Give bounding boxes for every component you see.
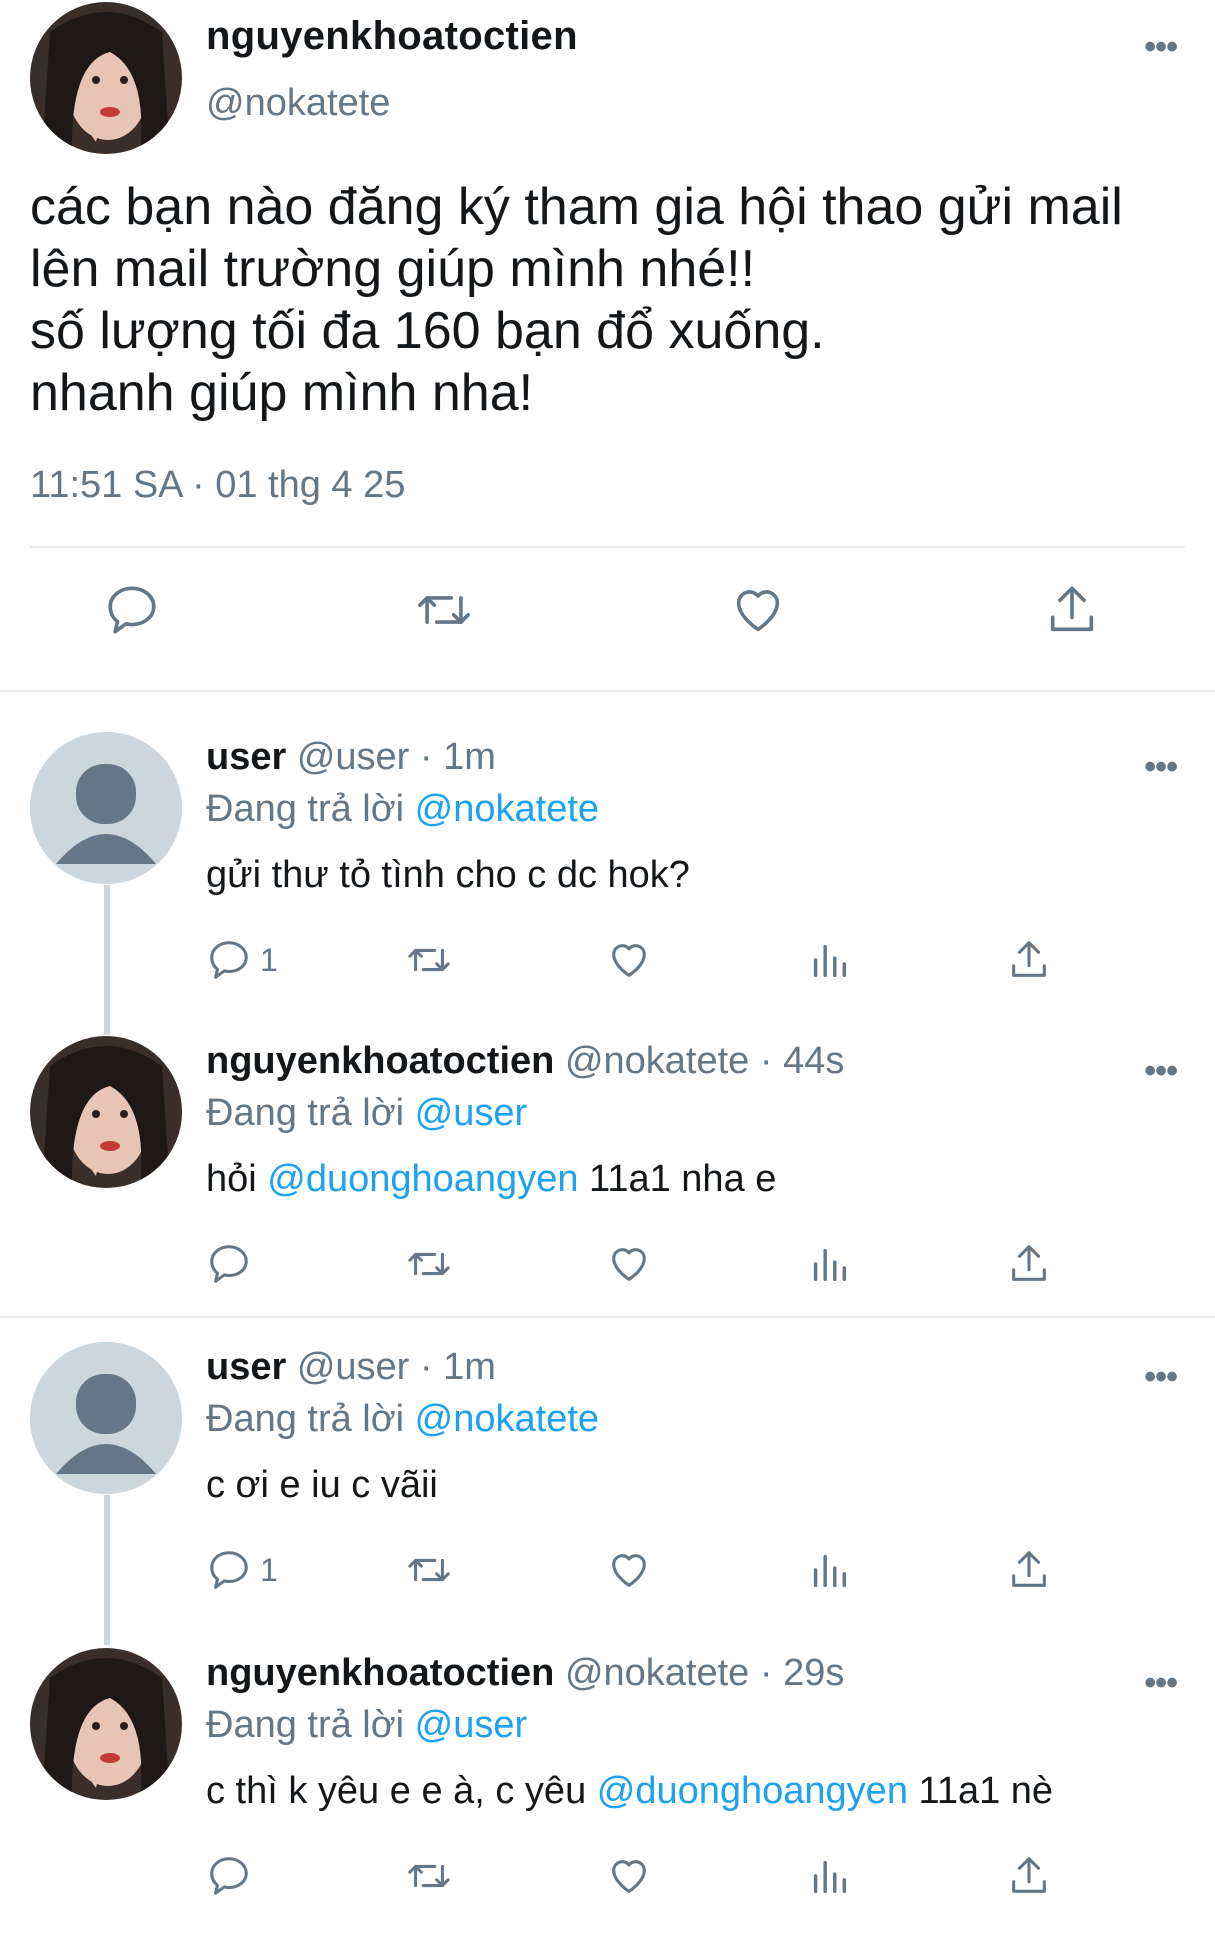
reply-header: user @user · 1m (206, 1346, 496, 1389)
tweet-thread-page: nguyenkhoatoctien @nokatete ••• các bạn … (0, 0, 1215, 1920)
replying-prefix: Đang trả lời (206, 1092, 415, 1134)
like-icon[interactable] (606, 1848, 652, 1904)
reply-icon[interactable]: 1 (206, 1542, 278, 1598)
reply-text: c thì k yêu e e à, c yêu @duonghoangyen … (206, 1770, 1053, 1813)
share-icon[interactable] (1006, 1236, 1052, 1292)
analytics-icon[interactable] (806, 1542, 852, 1598)
reply-text-part: 11a1 nè (907, 1770, 1054, 1812)
reply-author-name[interactable]: nguyenkhoatoctien (206, 1652, 554, 1694)
share-icon[interactable] (1042, 580, 1102, 640)
replying-to-line: Đang trả lời @nokatete (206, 788, 599, 831)
reply-time: · 1m (409, 1346, 496, 1388)
reply-author-name[interactable]: nguyenkhoatoctien (206, 1040, 554, 1082)
more-options-icon[interactable]: ••• (1144, 750, 1178, 784)
reply-time: · 1m (409, 736, 496, 778)
reply-author-handle[interactable]: @user (297, 1346, 410, 1388)
retweet-icon[interactable] (406, 1236, 452, 1292)
reply-icon[interactable] (102, 580, 162, 640)
main-tweet: nguyenkhoatoctien @nokatete ••• các bạn … (0, 0, 1215, 690)
reply-icon[interactable] (206, 1236, 252, 1292)
analytics-icon[interactable] (806, 1236, 852, 1292)
reply-icon[interactable]: 1 (206, 932, 278, 988)
reply-count: 1 (260, 941, 278, 978)
reply-text: hỏi @duonghoangyen 11a1 nha e (206, 1158, 776, 1201)
reply-text: gửi thư tỏ tình cho c dc hok? (206, 854, 690, 897)
retweet-icon[interactable] (406, 1542, 452, 1598)
reply-author-handle[interactable]: @nokatete (565, 1040, 749, 1082)
author-name[interactable]: nguyenkhoatoctien (206, 14, 578, 59)
reply-tweet: nguyenkhoatoctien @nokatete · 29s ••• Đa… (0, 1648, 1215, 1948)
mention-link[interactable]: @user (415, 1704, 528, 1746)
profile-avatar[interactable] (30, 1648, 182, 1800)
retweet-icon[interactable] (414, 580, 474, 640)
profile-avatar[interactable] (30, 1036, 182, 1188)
more-options-icon[interactable]: ••• (1144, 1360, 1178, 1394)
reply-author-name[interactable]: user (206, 736, 286, 778)
retweet-icon[interactable] (406, 932, 452, 988)
mention-link[interactable]: @duonghoangyen (267, 1158, 578, 1200)
reply-icon[interactable] (206, 1848, 252, 1904)
section-divider (0, 1316, 1215, 1318)
share-icon[interactable] (1006, 1542, 1052, 1598)
reply-header: user @user · 1m (206, 736, 496, 779)
share-icon[interactable] (1006, 1848, 1052, 1904)
replying-prefix: Đang trả lời (206, 1398, 415, 1440)
reply-text-part: gửi thư tỏ tình cho c dc hok? (206, 854, 690, 896)
reply-author-handle[interactable]: @nokatete (565, 1652, 749, 1694)
author-avatar[interactable] (30, 2, 182, 154)
mention-link[interactable]: @nokatete (415, 788, 599, 830)
replying-prefix: Đang trả lời (206, 1704, 415, 1746)
more-options-icon[interactable]: ••• (1144, 30, 1178, 64)
reply-text-part: c thì k yêu e e à, c yêu (206, 1770, 597, 1812)
replying-to-line: Đang trả lời @user (206, 1092, 527, 1135)
like-icon[interactable] (728, 580, 788, 640)
reply-actions-bar: 1 (206, 932, 1106, 992)
mention-link[interactable]: @nokatete (415, 1398, 599, 1440)
reply-tweet: user @user · 1m ••• Đang trả lời @nokate… (0, 732, 1215, 1032)
reply-author-handle[interactable]: @user (297, 736, 410, 778)
default-avatar[interactable] (30, 732, 182, 884)
like-icon[interactable] (606, 1236, 652, 1292)
replying-prefix: Đang trả lời (206, 788, 415, 830)
divider (30, 546, 1185, 548)
mention-link[interactable]: @user (415, 1092, 528, 1134)
reply-time: · 44s (749, 1040, 845, 1082)
tweet-actions-bar (0, 580, 1215, 660)
like-icon[interactable] (606, 1542, 652, 1598)
default-avatar[interactable] (30, 1342, 182, 1494)
analytics-icon[interactable] (806, 932, 852, 988)
reply-actions-bar (206, 1848, 1106, 1908)
reply-text-part: hỏi (206, 1158, 268, 1200)
reply-count: 1 (260, 1551, 278, 1588)
retweet-icon[interactable] (406, 1848, 452, 1904)
section-divider (0, 690, 1215, 692)
reply-actions-bar: 1 (206, 1542, 1106, 1602)
reply-actions-bar (206, 1236, 1106, 1296)
mention-link[interactable]: @duonghoangyen (597, 1770, 908, 1812)
replying-to-line: Đang trả lời @nokatete (206, 1398, 599, 1441)
reply-time: · 29s (749, 1652, 845, 1694)
more-options-icon[interactable]: ••• (1144, 1054, 1178, 1088)
more-options-icon[interactable]: ••• (1144, 1666, 1178, 1700)
author-handle[interactable]: @nokatete (206, 82, 390, 125)
reply-tweet: nguyenkhoatoctien @nokatete · 44s ••• Đa… (0, 1036, 1215, 1336)
reply-text-part: c ơi e iu c vãii (206, 1464, 438, 1506)
reply-header: nguyenkhoatoctien @nokatete · 29s (206, 1652, 844, 1695)
replying-to-line: Đang trả lời @user (206, 1704, 527, 1747)
tweet-text: các bạn nào đăng ký tham gia hội thao gử… (30, 178, 1123, 422)
like-icon[interactable] (606, 932, 652, 988)
analytics-icon[interactable] (806, 1848, 852, 1904)
reply-text-part: 11a1 nha e (578, 1158, 777, 1200)
reply-author-name[interactable]: user (206, 1346, 286, 1388)
tweet-timestamp[interactable]: 11:51 SA · 01 thg 4 25 (30, 464, 405, 507)
share-icon[interactable] (1006, 932, 1052, 988)
reply-text: c ơi e iu c vãii (206, 1464, 438, 1507)
reply-tweet: user @user · 1m ••• Đang trả lời @nokate… (0, 1342, 1215, 1642)
reply-header: nguyenkhoatoctien @nokatete · 44s (206, 1040, 844, 1083)
